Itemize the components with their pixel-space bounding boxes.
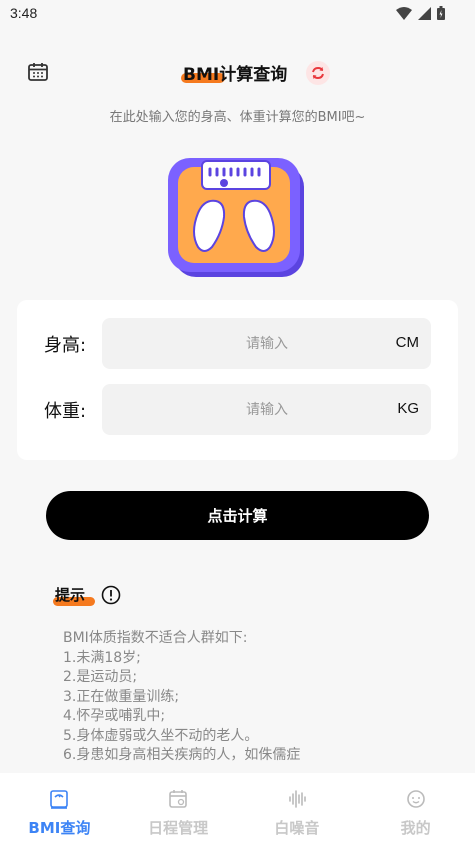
scale-icon [50,790,69,809]
smiley-icon [406,790,425,808]
weight-unit: KG [397,400,419,417]
status-time: 3:48 [10,5,38,21]
page-title: BMI计算查询 [183,65,288,85]
calculate-button[interactable]: 点击计算 [46,491,429,540]
tips-header: 提示 [53,584,95,608]
nav-label: 日程管理 [148,819,209,837]
height-label: 身高: [44,335,87,356]
weight-input-box[interactable]: KG [102,384,431,435]
scale-illustration [168,158,304,277]
refresh-icon [312,66,324,80]
tips-line: 5.身体虚弱或久坐不动的老人。 [63,727,259,744]
signal-icon [418,6,431,20]
nav-label: BMI查询 [28,819,91,837]
bottom-nav: BMI查询 日程管理 白噪音 我的 [0,773,475,844]
tips-line: BMI体质指数不适合人群如下: [63,630,248,646]
status-icons [396,6,445,20]
nav-item-white-noise[interactable]: 白噪音 [238,773,357,844]
nav-item-schedule[interactable]: 日程管理 [119,773,238,844]
nav-label: 白噪音 [274,819,320,837]
nav-item-bmi[interactable]: BMI查询 [0,773,119,844]
tips-line: 2.是运动员; [63,669,138,685]
weight-input[interactable] [102,384,362,435]
tips-line: 3.正在做重量训练; [63,688,180,705]
height-input-box[interactable]: CM [102,318,431,369]
wifi-icon [396,6,412,20]
subtitle: 在此处输入您的身高、体重计算您的BMI吧~ [109,110,366,125]
weight-row: 体重: KG [17,384,458,436]
weight-label: 体重: [44,401,87,422]
battery-icon [437,6,445,20]
height-unit: CM [395,334,419,351]
header: BMI计算查询 [0,58,475,88]
nav-item-mine[interactable]: 我的 [356,773,475,844]
tips-line: 4.怀孕或哺乳中; [63,708,166,724]
height-input[interactable] [102,318,362,369]
status-bar: 3:48 [0,0,475,26]
refresh-button[interactable] [306,61,330,85]
height-row: 身高: CM [17,318,458,370]
tips-list: BMI体质指数不适合人群如下: 1.未满18岁; 2.是运动员; 3.正在做重量… [63,629,300,766]
tips-title: 提示 [55,586,86,604]
title-wrap: BMI计算查询 [181,60,288,86]
calendar-icon [28,63,48,81]
tips-line: 6.身患如身高相关疾病的人，如侏儒症 [63,747,301,763]
tips-line: 1.未满18岁; [63,649,141,666]
schedule-icon [169,790,187,808]
calendar-button[interactable] [26,60,50,84]
info-icon [101,585,121,605]
form-card: 身高: CM 体重: KG [17,300,458,460]
sound-wave-icon [289,790,306,808]
nav-label: 我的 [400,819,431,837]
